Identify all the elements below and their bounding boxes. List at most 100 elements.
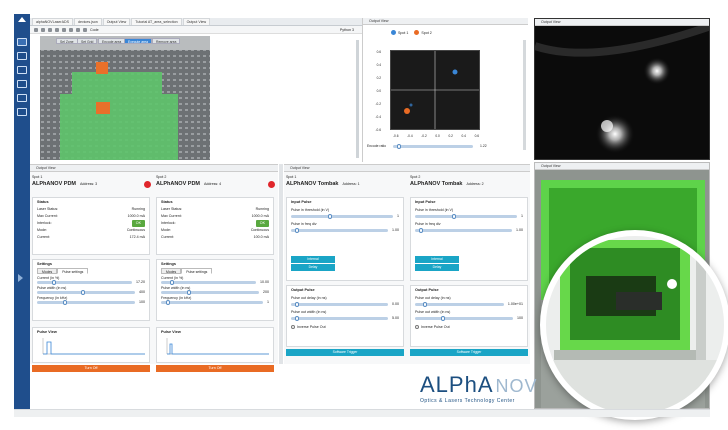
subtab-modes[interactable]: Modes [37, 268, 58, 274]
subtab-modes[interactable]: Modes [161, 268, 182, 274]
tab-notebook[interactable]: alphaNOVLaserADS [32, 18, 73, 25]
current-value: 17.20 [136, 280, 145, 284]
camera-image[interactable] [535, 26, 710, 160]
stop-icon[interactable] [76, 27, 80, 32]
tabs-icon[interactable] [17, 80, 27, 88]
out-width-slider[interactable] [415, 315, 513, 321]
interlock-ok-button[interactable]: OK [255, 220, 269, 227]
frequency-slider[interactable] [37, 299, 135, 305]
cut-icon[interactable] [48, 27, 52, 32]
slider-handle-icon[interactable] [295, 227, 300, 233]
slider-handle-icon[interactable] [397, 143, 402, 149]
segment-encode-area[interactable]: Encode area [98, 38, 126, 44]
tombak-panel-title[interactable]: Output View [284, 165, 530, 172]
running-icon[interactable] [17, 52, 27, 60]
segment-remove-area[interactable]: Remove area [152, 38, 181, 44]
slider-handle-icon[interactable] [63, 299, 68, 305]
out-delay-slider[interactable] [415, 301, 504, 307]
interlock-ok-button[interactable]: OK [131, 220, 145, 227]
notebook-scrollbar[interactable] [356, 40, 359, 158]
slider-handle-icon[interactable] [165, 299, 170, 305]
copy-icon[interactable] [55, 27, 59, 32]
current-slider[interactable] [37, 279, 132, 285]
slider-handle-icon[interactable] [295, 301, 300, 307]
tab-tutorial[interactable]: Tutorial AT_area_selection [131, 18, 182, 25]
out-delay-slider[interactable] [291, 301, 388, 307]
restart-icon[interactable] [83, 27, 87, 32]
inverse-pulse-checkbox[interactable] [415, 325, 419, 329]
slider-handle-icon[interactable] [169, 279, 174, 285]
threshold-value: 1 [521, 214, 523, 218]
segment-sel-zone[interactable]: Sel Zone [56, 38, 78, 44]
tab-output-view-2[interactable]: Output View [182, 18, 211, 25]
paste-icon[interactable] [62, 27, 66, 32]
legend-spot-2[interactable]: Spot 2 [414, 30, 432, 35]
commands-icon[interactable] [17, 66, 27, 74]
status-key: Interlock: [161, 221, 176, 225]
microscope-image[interactable]: Sel Zone Set Grid Encode area Execute ar… [40, 36, 210, 160]
slider-handle-icon[interactable] [295, 315, 300, 321]
pdm-1-status-title: Status [37, 200, 49, 204]
run-icon[interactable] [69, 27, 73, 32]
slider-handle-icon[interactable] [419, 227, 424, 233]
slider-handle-icon[interactable] [81, 289, 86, 295]
logo-nov-text: NOV [495, 376, 538, 396]
status-key: Current: [161, 235, 174, 239]
out-delay-value: 1.00e+01 [507, 302, 523, 306]
cell-type-select[interactable]: Code [90, 28, 99, 32]
pdm-panel-title[interactable]: Output View [30, 165, 278, 172]
pdm-1-settings-title: Settings [37, 262, 52, 266]
frequency-slider[interactable] [161, 299, 263, 305]
panel-splitter[interactable] [279, 164, 283, 364]
encode-ratio-slider[interactable] [393, 143, 474, 149]
freq-div-slider[interactable] [415, 227, 512, 233]
spot-scrollbar[interactable] [523, 40, 526, 150]
pulse-width-slider[interactable] [161, 289, 259, 295]
slider-handle-icon[interactable] [441, 315, 446, 321]
slider-handle-icon[interactable] [51, 279, 56, 285]
segment-execute-area[interactable]: Execute area [124, 38, 152, 44]
legend-spot-1[interactable]: Spot 1 [391, 30, 408, 35]
internal-button[interactable]: Internal [291, 256, 335, 263]
out-delay-value: 0.00 [392, 302, 399, 306]
software-trigger-button[interactable]: Software Trigger [286, 349, 404, 356]
extensions-icon[interactable] [17, 94, 27, 102]
camera-panel-title[interactable]: Output View [535, 19, 709, 26]
pdm-2-turn-off-button[interactable]: Turn Off [156, 365, 274, 372]
slider-handle-icon[interactable] [327, 213, 332, 219]
delay-button[interactable]: Delay [415, 264, 459, 271]
kernel-name[interactable]: Python 3 [340, 28, 354, 32]
settings-icon[interactable] [17, 108, 27, 116]
tab-output-view-1[interactable]: Output View [102, 18, 131, 25]
status-key: Current: [37, 235, 50, 239]
pulse-width-slider[interactable] [37, 289, 135, 295]
spot-2-radio-icon [414, 30, 420, 35]
threshold-slider[interactable] [291, 213, 393, 219]
out-width-slider[interactable] [291, 315, 388, 321]
slider-handle-icon[interactable] [187, 289, 192, 295]
expand-arrow-icon[interactable] [18, 274, 23, 282]
slider-handle-icon[interactable] [423, 301, 427, 307]
delay-button[interactable]: Delay [291, 264, 335, 271]
slider-handle-icon[interactable] [451, 213, 456, 219]
software-trigger-button[interactable]: Software Trigger [410, 349, 528, 356]
internal-button[interactable]: Internal [415, 256, 459, 263]
frequency-value: 1 [267, 300, 269, 304]
threshold-slider[interactable] [415, 213, 517, 219]
spot-panel-title[interactable]: Output View [363, 18, 528, 25]
segment-set-grid[interactable]: Set Grid [77, 38, 98, 44]
photo-panel-title[interactable]: Output View [535, 163, 709, 170]
pdm-1-turn-off-button[interactable]: Turn Off [32, 365, 150, 372]
subtab-pulse-settings[interactable]: Pulse settings [57, 268, 89, 274]
files-icon[interactable] [17, 38, 27, 46]
spot-position-plot[interactable] [390, 50, 480, 130]
status-key: Interlock: [37, 221, 52, 225]
add-cell-icon[interactable] [41, 27, 45, 32]
pdm-2-status-title: Status [161, 200, 173, 204]
inverse-pulse-checkbox[interactable] [291, 325, 295, 329]
save-icon[interactable] [34, 27, 38, 32]
current-slider[interactable] [161, 279, 256, 285]
subtab-pulse-settings[interactable]: Pulse settings [181, 268, 213, 274]
freq-div-slider[interactable] [291, 227, 388, 233]
tab-devices[interactable]: devices.json [73, 18, 102, 25]
